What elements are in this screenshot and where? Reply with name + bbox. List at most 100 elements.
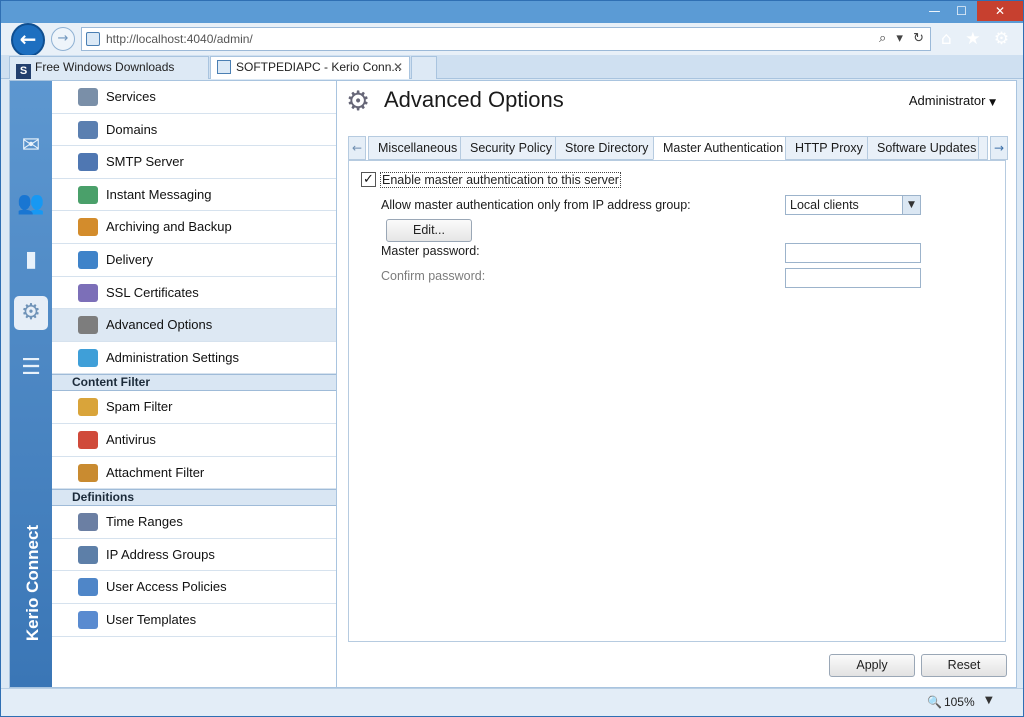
reset-button[interactable]: Reset [921,654,1007,677]
confirm-password-field[interactable] [785,268,921,288]
edit-button[interactable]: Edit... [386,219,472,242]
ip-group-value: Local clients [790,198,859,212]
logs-document-icon[interactable]: ☰ [14,351,48,385]
refresh-icon[interactable]: ↻ [913,31,924,46]
master-password-label: Master password: [381,244,480,258]
tab-miscellaneous[interactable]: Miscellaneous [368,136,468,160]
page-title: Advanced Options [384,87,564,112]
nav-item-delivery[interactable]: Delivery [52,244,336,277]
nav-item-label: User Templates [106,611,197,627]
nav-item-advanced-options[interactable]: Advanced Options [52,309,336,342]
nav-header-content-filter: Content Filter [52,374,336,392]
search-icon[interactable]: ⌕ [879,31,886,46]
page-favicon-icon [86,32,100,46]
left-rail: ✉ 👥 ▮ ⚙ ☰ Kerio Connect [10,81,52,687]
confirm-password-label: Confirm password: [381,269,486,283]
nav-item-label: Delivery [106,251,153,267]
statistics-chart-icon[interactable]: ▮ [14,243,48,277]
close-tab-icon[interactable]: ✕ [393,60,403,74]
close-window-button[interactable]: ✕ [977,1,1023,21]
nav-item-domains[interactable]: Domains [52,114,336,147]
spam-filter-icon [78,398,98,417]
mail-icon[interactable]: ✉ [14,129,48,163]
nav-item-attachment-filter[interactable]: Attachment Filter [52,457,336,490]
page-header: ⚙ Advanced Options Administrator ▼ [338,81,1016,125]
tab-http-proxy[interactable]: HTTP Proxy [785,136,873,160]
domains-icon [78,120,98,139]
nav-item-spam-filter[interactable]: Spam Filter [52,391,336,424]
nav-item-label: Instant Messaging [106,186,212,202]
nav-item-administration-settings[interactable]: Administration Settings [52,342,336,375]
nav-section-general: Services Domains SMTP Server Instant Messag… [52,81,336,375]
ssl-certificates-icon [78,283,98,302]
archiving-and-backup-icon [78,218,98,237]
zoom-magnifier-icon: 🔍 [927,695,942,709]
advanced-options-gear-icon: ⚙ [346,86,371,117]
tab-security-policy[interactable]: Security Policy [460,136,562,160]
nav-item-label: User Access Policies [106,579,227,595]
nav-item-user-templates[interactable]: User Templates [52,604,336,637]
browser-tab-kerio-connect[interactable]: SOFTPEDIAPC - Kerio Conn... ✕ [210,56,410,79]
smtp-server-icon [78,153,98,172]
enable-master-auth-label[interactable]: Enable master authentication to this ser… [380,172,621,188]
new-tab-button[interactable] [411,56,437,79]
instant-messaging-icon [78,185,98,204]
nav-item-ssl-certificates[interactable]: SSL Certificates [52,277,336,310]
scroll-tabs-right-icon[interactable]: → [990,136,1008,160]
user-menu[interactable]: Administrator ▼ [909,93,996,108]
browser-tab-label: SOFTPEDIAPC - Kerio Conn... [236,60,402,74]
maximize-button[interactable]: ☐ [948,1,975,21]
browser-window: — ☐ ✕ ← → http://localhost:4040/admin/ ⌕… [0,0,1024,717]
address-url[interactable]: http://localhost:4040/admin/ [106,32,253,46]
enable-master-auth-checkbox[interactable]: ✓ [361,172,376,187]
users-icon[interactable]: 👥 [14,187,48,221]
nav-item-label: Advanced Options [106,317,213,333]
title-bar: — ☐ ✕ [1,1,1023,23]
favorites-star-icon[interactable]: ★ [965,29,980,49]
chevron-down-icon[interactable]: ▼ [902,196,920,214]
address-bar[interactable]: http://localhost:4040/admin/ ⌕ ▾ ↻ [81,27,931,51]
zoom-dropdown-arrow-icon[interactable]: ▼ [985,695,993,706]
tab-store-directory[interactable]: Store Directory [555,136,659,160]
administration-settings-icon [78,348,98,367]
nav-item-antivirus[interactable]: Antivirus [52,424,336,457]
kerio-favicon-icon [217,60,231,74]
navigation-bar: ← → http://localhost:4040/admin/ ⌕ ▾ ↻ ⌂… [1,23,1023,57]
master-password-field[interactable] [785,243,921,263]
nav-item-time-ranges[interactable]: Time Ranges [52,506,336,539]
apply-button[interactable]: Apply [829,654,915,677]
minimize-button[interactable]: — [921,1,948,21]
nav-item-label: Attachment Filter [106,464,205,480]
browser-tab-free-windows-downloads[interactable]: S Free Windows Downloads [9,56,209,79]
forward-button[interactable]: → [51,27,75,51]
nav-item-label: SMTP Server [106,154,184,170]
nav-item-services[interactable]: Services [52,81,336,114]
tab-software-updates[interactable]: Software Updates [867,136,987,160]
kerio-admin-app: ✉ 👥 ▮ ⚙ ☰ Kerio Connect Services Domains S… [9,80,1017,688]
time-ranges-icon [78,513,98,532]
configuration-gear-icon[interactable]: ⚙ [14,296,48,330]
nav-item-user-access-policies[interactable]: User Access Policies [52,571,336,604]
tab-strip: ← Miscellaneous Security Policy Store Di… [348,136,1008,160]
softpedia-s-icon: S [16,64,31,79]
home-icon[interactable]: ⌂ [941,29,952,49]
nav-item-label: Antivirus [106,431,156,447]
nav-item-archiving-and-backup[interactable]: Archiving and Backup [52,211,336,244]
zoom-control[interactable]: 🔍 105% [927,695,975,709]
nav-item-ip-address-groups[interactable]: IP Address Groups [52,539,336,572]
scroll-tabs-left-icon[interactable]: ← [348,136,366,160]
nav-section-content-filter: Spam Filter Antivirus Attachment Filter [52,391,336,490]
settings-gear-icon[interactable]: ⚙ [994,29,1009,49]
tab-more[interactable] [978,136,988,160]
nav-item-smtp-server[interactable]: SMTP Server [52,146,336,179]
back-button[interactable]: ← [11,23,45,57]
kerio-connect-brand: Kerio Connect [23,524,42,642]
nav-item-instant-messaging[interactable]: Instant Messaging [52,179,336,212]
nav-item-label: Time Ranges [106,514,183,530]
dropdown-arrow-icon[interactable]: ▾ [896,31,903,46]
nav-section-definitions: Time Ranges IP Address Groups User Access … [52,506,336,637]
ip-group-select[interactable]: Local clients ▼ [785,195,921,215]
nav-item-label: Domains [106,121,158,137]
tab-master-authentication[interactable]: Master Authentication [653,136,794,160]
user-name: Administrator [908,93,986,108]
